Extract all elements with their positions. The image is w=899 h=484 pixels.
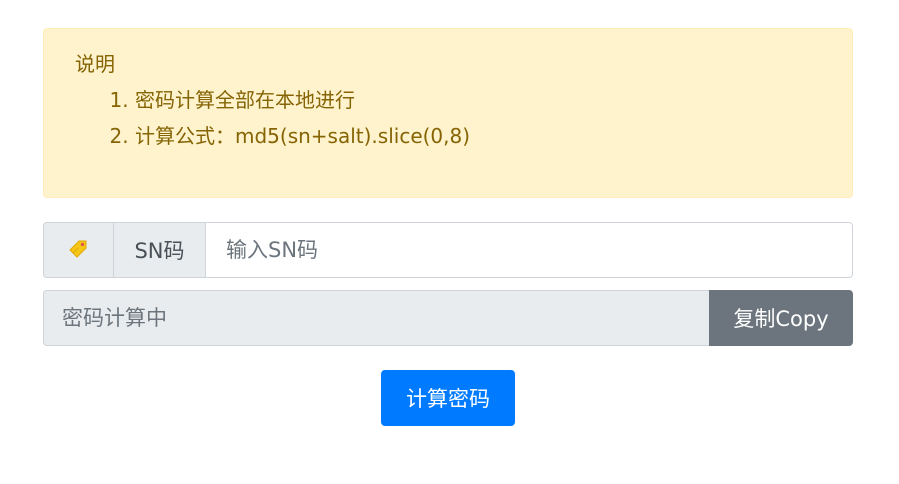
alert-list: 密码计算全部在本地进行 计算公式：md5(sn+salt).slice(0,8) xyxy=(75,87,852,149)
info-alert: 说明 密码计算全部在本地进行 计算公式：md5(sn+salt).slice(0… xyxy=(43,28,853,198)
alert-item-local: 密码计算全部在本地进行 xyxy=(135,87,852,113)
sn-icon-addon xyxy=(43,222,113,278)
calculate-password-button[interactable]: 计算密码 xyxy=(381,370,515,426)
sn-label: SN码 xyxy=(113,222,206,278)
password-output-group: 复制Copy xyxy=(43,290,853,346)
sn-input[interactable] xyxy=(206,222,853,278)
tag-icon xyxy=(68,237,90,263)
copy-button[interactable]: 复制Copy xyxy=(709,290,853,346)
alert-title: 说明 xyxy=(75,52,115,76)
password-output[interactable] xyxy=(43,290,709,346)
alert-item-formula: 计算公式：md5(sn+salt).slice(0,8) xyxy=(135,123,852,149)
sn-input-group: SN码 xyxy=(43,222,853,278)
page-container: 说明 密码计算全部在本地进行 计算公式：md5(sn+salt).slice(0… xyxy=(43,28,853,426)
